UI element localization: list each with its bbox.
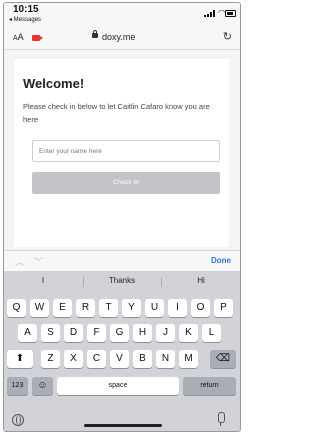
key-q[interactable]: Q bbox=[7, 299, 26, 317]
wifi-icon: ◠ bbox=[218, 8, 225, 17]
keyboard-toolbar: ︿ ﹀ Done bbox=[4, 250, 240, 272]
key-h[interactable]: H bbox=[133, 324, 152, 342]
next-field-icon[interactable]: ﹀ bbox=[34, 255, 43, 268]
key-u[interactable]: U bbox=[145, 299, 164, 317]
home-indicator bbox=[84, 424, 162, 427]
key-x[interactable]: X bbox=[64, 350, 83, 368]
return-key[interactable]: return bbox=[183, 377, 236, 395]
prediction-2[interactable]: Thanks bbox=[83, 276, 161, 285]
key-e[interactable]: E bbox=[53, 299, 72, 317]
status-bar: 10:15 ◂ Messages ◠ bbox=[4, 3, 240, 27]
done-button[interactable]: Done bbox=[211, 256, 231, 265]
space-key[interactable]: space bbox=[57, 377, 179, 395]
key-k[interactable]: K bbox=[179, 324, 198, 342]
previous-field-icon[interactable]: ︿ bbox=[15, 255, 24, 268]
key-n[interactable]: N bbox=[156, 350, 175, 368]
key-c[interactable]: C bbox=[87, 350, 106, 368]
phone-screen: 10:15 ◂ Messages ◠ AAAA doxy.me ↻ Welcom… bbox=[3, 2, 241, 432]
checkin-message: Please check in below to let Caitlin Caf… bbox=[23, 102, 210, 124]
globe-icon[interactable] bbox=[12, 414, 24, 426]
reload-icon[interactable]: ↻ bbox=[223, 30, 232, 43]
back-to-messages[interactable]: ◂ Messages bbox=[9, 16, 41, 23]
key-v[interactable]: V bbox=[110, 350, 129, 368]
key-i[interactable]: I bbox=[168, 299, 187, 317]
emoji-key[interactable]: ☺ bbox=[32, 377, 53, 395]
key-l[interactable]: L bbox=[202, 324, 221, 342]
key-t[interactable]: T bbox=[99, 299, 118, 317]
key-d[interactable]: D bbox=[64, 324, 83, 342]
keyboard: I Thanks Hi Q W E R T Y U I O P A S D F … bbox=[4, 271, 240, 431]
status-time: 10:15 bbox=[13, 4, 39, 15]
delete-key[interactable]: ⌫ bbox=[210, 350, 236, 368]
key-f[interactable]: F bbox=[87, 324, 106, 342]
key-g[interactable]: G bbox=[110, 324, 129, 342]
key-o[interactable]: O bbox=[191, 299, 210, 317]
key-s[interactable]: S bbox=[41, 324, 60, 342]
page-title: Welcome! bbox=[23, 76, 85, 91]
key-m[interactable]: M bbox=[179, 350, 198, 368]
key-r[interactable]: R bbox=[76, 299, 95, 317]
key-y[interactable]: Y bbox=[122, 299, 141, 317]
numbers-key[interactable]: 123 bbox=[7, 377, 28, 395]
shift-key[interactable]: ⬆ bbox=[7, 350, 33, 368]
microphone-icon[interactable] bbox=[218, 412, 225, 426]
key-z[interactable]: Z bbox=[41, 350, 60, 368]
prediction-3[interactable]: Hi bbox=[162, 276, 240, 285]
url-text[interactable]: doxy.me bbox=[102, 32, 135, 42]
prediction-1[interactable]: I bbox=[4, 276, 82, 285]
name-input[interactable] bbox=[32, 140, 220, 162]
reader-aa-button[interactable]: AAAA bbox=[13, 32, 24, 42]
check-in-button[interactable]: Check In bbox=[32, 172, 220, 194]
key-a[interactable]: A bbox=[18, 324, 37, 342]
lock-icon bbox=[92, 30, 98, 38]
address-bar[interactable]: AAAA doxy.me ↻ bbox=[4, 27, 240, 50]
key-w[interactable]: W bbox=[30, 299, 49, 317]
battery-icon bbox=[225, 10, 236, 17]
key-j[interactable]: J bbox=[156, 324, 175, 342]
signal-icon bbox=[204, 10, 218, 17]
key-p[interactable]: P bbox=[214, 299, 233, 317]
key-b[interactable]: B bbox=[133, 350, 152, 368]
camera-icon[interactable] bbox=[32, 35, 43, 41]
